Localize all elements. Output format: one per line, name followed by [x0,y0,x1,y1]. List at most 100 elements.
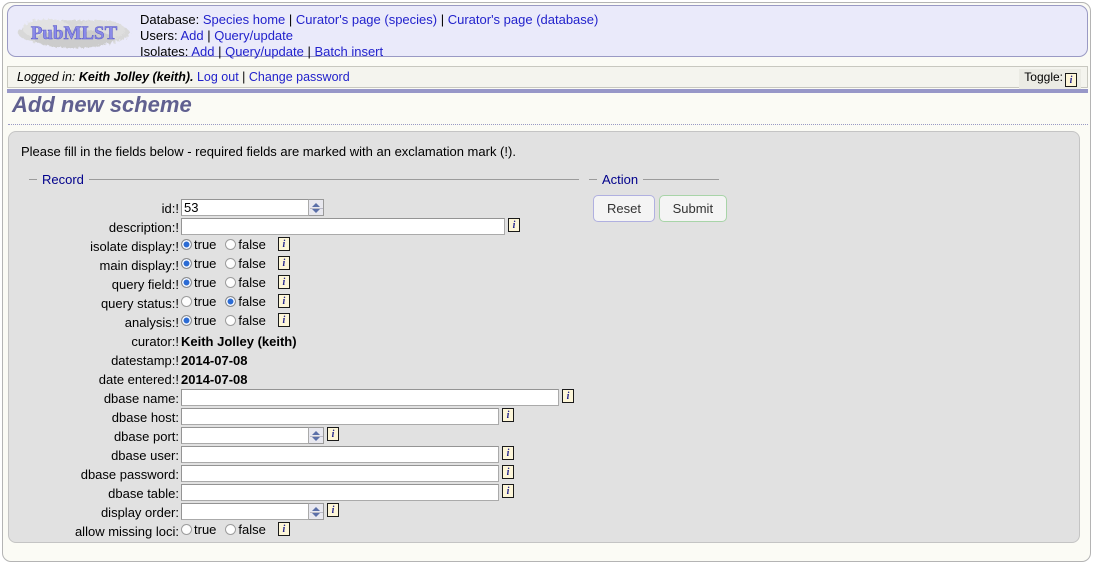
info-icon[interactable]: i [1065,73,1077,87]
field-control: i [181,218,520,237]
form-row: query field:! true false i [29,275,577,294]
dbase-user-info-icon[interactable]: i [502,446,514,460]
link-isolates-add[interactable]: Add [191,44,214,59]
nav-sep: | [285,12,296,27]
link-species-home[interactable]: Species home [203,12,285,27]
record-legend: Record [42,172,84,187]
isolate-display-radio-false-label[interactable]: false [238,237,265,252]
field-control: 2014-07-08 [181,370,248,389]
display-order-input[interactable] [181,503,309,520]
curator-value: Keith Jolley (keith) [181,334,297,349]
analysis-radio-true-label[interactable]: true [194,313,216,328]
dbase-port-input[interactable] [181,427,309,444]
query-status-radio-true-label[interactable]: true [194,294,216,309]
nav-label-database: Database: [140,12,200,27]
form-row: dbase user: i [29,446,577,465]
id-input[interactable] [181,199,309,216]
display-order-info-icon[interactable]: i [327,503,339,517]
allow-missing-loci-radio-false-label[interactable]: false [238,522,265,537]
field-label: display order: [100,505,179,520]
field-label: date entered:! [98,372,179,387]
field-label: dbase user: [111,448,179,463]
link-isolates-query-update[interactable]: Query/update [225,44,304,59]
analysis-radio-false-label[interactable]: false [238,313,265,328]
submit-button[interactable]: Submit [658,195,728,222]
main-display-radio-false-label[interactable]: false [238,256,265,271]
analysis-info-icon[interactable]: i [277,313,290,327]
nav-sep: | [303,44,315,60]
dbase-password-info-icon[interactable]: i [502,465,514,479]
datestamp-value: 2014-07-08 [181,353,248,368]
id-spinner[interactable] [309,199,324,216]
allow-missing-loci-radio-false[interactable] [225,524,237,535]
main-display-radio-true[interactable] [181,258,192,269]
field-label: isolate display:! [90,239,179,254]
isolate-display-radio-false[interactable] [225,239,237,250]
field-label: dbase name: [103,391,179,406]
query-status-radio-false[interactable] [225,296,237,307]
description-input[interactable] [181,218,505,235]
link-curators-page-species[interactable]: Curator's page (species) [296,12,437,27]
pubmlst-add-scheme-page: PubMLST Database: Species home | Curator… [0,0,1097,586]
form-row: dbase table: i [29,484,577,503]
dbase-host-input[interactable] [181,408,499,425]
query-status-radio-true[interactable] [181,296,192,307]
field-label: main display:! [99,258,179,273]
field-label: allow missing loci: [74,524,179,539]
allow-missing-loci-info-icon[interactable]: i [277,522,290,536]
link-users-add[interactable]: Add [180,28,203,43]
dbase-password-input[interactable] [181,465,499,482]
isolate-display-info-icon[interactable]: i [277,237,290,251]
form-row: isolate display:! true false i [29,237,577,256]
dbase-port-spinner[interactable] [309,427,324,444]
nav-sep: | [437,12,448,27]
login-status: Logged in: Keith Jolley (keith). Log out… [17,70,350,84]
log-out-link[interactable]: Log out [197,70,239,84]
query-field-info-icon[interactable]: i [277,275,290,289]
nav-line-database: Database: Species home | Curator's page … [140,12,598,28]
main-display-info-icon[interactable]: i [277,256,290,270]
description-info-icon[interactable]: i [508,218,520,232]
main-display-radio-true-label[interactable]: true [194,256,216,271]
dbase-user-input[interactable] [181,446,499,463]
reset-button[interactable]: Reset [593,195,655,222]
dbase-table-info-icon[interactable]: i [502,484,514,498]
allow-missing-loci-radio-true[interactable] [181,524,192,535]
display-order-spinner[interactable] [309,503,324,520]
link-users-query-update[interactable]: Query/update [214,28,293,43]
dbase-port-info-icon[interactable]: i [327,427,339,441]
query-status-radio-false-label[interactable]: false [238,294,265,309]
dbase-name-info-icon[interactable]: i [562,389,574,403]
field-label: curator:! [131,334,179,349]
field-control: true false i [181,275,290,294]
analysis-radio-true[interactable] [181,315,192,326]
link-curators-page-database[interactable]: Curator's page (database) [448,12,599,27]
field-control [181,199,324,218]
field-control: true false i [181,522,290,541]
field-control: 2014-07-08 [181,351,248,370]
allow-missing-loci-radio-true-label[interactable]: true [194,522,216,537]
link-isolates-batch-insert[interactable]: Batch insert [314,44,383,59]
field-label: id:! [161,201,179,216]
toggle-control[interactable]: Toggle: i [1019,69,1081,89]
query-field-radio-false[interactable] [225,277,237,288]
dbase-table-input[interactable] [181,484,499,501]
action-fieldset: Action Reset Submit [589,172,728,222]
isolate-display-radio-true-label[interactable]: true [194,237,216,252]
main-display-radio-false[interactable] [225,258,237,269]
dbase-name-input[interactable] [181,389,559,406]
field-label: query status:! [100,296,179,311]
dbase-host-info-icon[interactable]: i [502,408,514,422]
field-control: i [181,427,339,446]
nav-sep: | [214,44,226,60]
analysis-radio-false[interactable] [225,315,237,326]
nav-links: Database: Species home | Curator's page … [140,12,598,61]
query-field-radio-false-label[interactable]: false [238,275,265,290]
query-status-info-icon[interactable]: i [277,294,290,308]
isolate-display-radio-true[interactable] [181,239,192,250]
change-password-link[interactable]: Change password [249,70,350,84]
field-label: description:! [108,220,179,235]
query-field-radio-true-label[interactable]: true [194,275,216,290]
query-field-radio-true[interactable] [181,277,192,288]
form-row: dbase password: i [29,465,577,484]
